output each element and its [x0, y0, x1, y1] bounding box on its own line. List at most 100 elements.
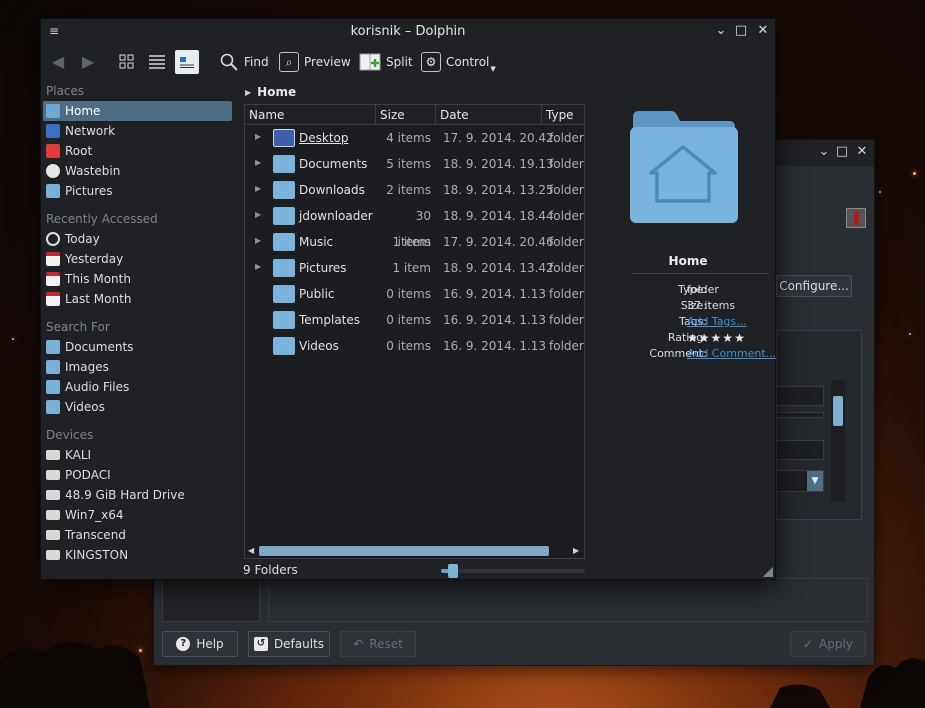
sidebar-item-videos[interactable]: Videos	[43, 397, 237, 417]
compact-view-button[interactable]	[145, 49, 169, 75]
star-icon[interactable]: ★	[699, 332, 710, 344]
sidebar-item-wastebin[interactable]: Wastebin	[43, 161, 237, 181]
file-row[interactable]: ▶ Music 1 item 17. 9. 2014. 20.46 folder	[245, 229, 584, 255]
column-header-size[interactable]: Size	[376, 105, 436, 125]
breadcrumb-home[interactable]: Home	[257, 85, 296, 99]
back-button[interactable]: ◀	[49, 49, 67, 75]
sidebar-item-hard-drive[interactable]: 48.9 GiB Hard Drive	[43, 485, 237, 505]
sidebar-item-audio-files[interactable]: Audio Files	[43, 377, 237, 397]
file-name[interactable]: Downloads	[299, 177, 365, 203]
file-name[interactable]: Desktop	[299, 125, 349, 151]
star-icon[interactable]: ★	[734, 332, 745, 344]
sidebar-item-pictures[interactable]: Pictures	[43, 181, 237, 201]
sidebar-item-network[interactable]: Network	[43, 121, 237, 141]
rating-stars[interactable]: ★ ★ ★ ★ ★	[687, 332, 745, 344]
settings-field[interactable]	[776, 440, 824, 460]
defaults-button[interactable]: ↺ Defaults	[248, 631, 330, 657]
maximize-icon[interactable]: □	[733, 23, 749, 39]
minimize-icon[interactable]: ⌄	[713, 23, 729, 39]
sidebar-item-last-month[interactable]: Last Month	[43, 289, 237, 309]
sidebar-item-home[interactable]: Home	[43, 101, 232, 121]
file-row[interactable]: Videos 0 items 16. 9. 2014. 1.13 folder	[245, 333, 584, 359]
add-tags-link[interactable]: Add Tags...	[687, 315, 747, 328]
star-icon[interactable]: ★	[722, 332, 733, 344]
file-date: 16. 9. 2014. 1.13	[443, 287, 547, 301]
sidebar-item-yesterday[interactable]: Yesterday	[43, 249, 237, 269]
settings-field[interactable]	[776, 412, 824, 418]
scroll-right-icon[interactable]: ▶	[573, 546, 579, 555]
forward-button[interactable]: ▶	[79, 49, 97, 75]
avatar-icon[interactable]	[846, 208, 866, 228]
expand-arrow-icon[interactable]: ▶	[255, 132, 261, 141]
chevron-down-icon[interactable]: ▼	[807, 471, 823, 491]
expand-arrow-icon[interactable]: ▶	[255, 210, 261, 219]
zoom-slider[interactable]	[441, 564, 585, 578]
file-name[interactable]: Public	[299, 281, 335, 307]
file-list[interactable]: Name Size Date Type ▶ Desktop 4 items 17. 9…	[244, 104, 585, 559]
resize-grip-icon[interactable]	[763, 567, 773, 577]
horizontal-scrollbar[interactable]: ◀ ▶	[245, 544, 584, 558]
file-name[interactable]: Music	[299, 229, 333, 255]
close-icon[interactable]: ✕	[854, 144, 870, 160]
close-icon[interactable]: ✕	[755, 23, 771, 39]
scrollbar-thumb[interactable]	[833, 396, 843, 426]
settings-field[interactable]	[776, 386, 824, 406]
file-name[interactable]: Videos	[299, 333, 339, 359]
expand-arrow-icon[interactable]: ▶	[255, 184, 261, 193]
star-icon[interactable]: ★	[687, 332, 698, 344]
reset-button[interactable]: ↶ Reset	[340, 631, 416, 657]
sidebar-item-win7[interactable]: Win7_x64	[43, 505, 237, 525]
configure-button[interactable]: Configure...	[776, 275, 852, 297]
apply-button[interactable]: ✓ Apply	[790, 631, 866, 657]
file-name[interactable]: jdownloader	[299, 203, 373, 229]
scroll-left-icon[interactable]: ◀	[248, 546, 254, 555]
help-icon: ?	[176, 637, 191, 651]
file-row[interactable]: ▶ Documents 5 items 18. 9. 2014. 19.13 folde…	[245, 151, 584, 177]
chevron-right-icon: ▶	[245, 87, 252, 97]
sidebar-item-today[interactable]: Today	[43, 229, 237, 249]
expand-arrow-icon[interactable]: ▶	[255, 236, 261, 245]
file-row[interactable]: ▶ Downloads 2 items 18. 9. 2014. 13.25 folde…	[245, 177, 584, 203]
sidebar-item-label: Audio Files	[65, 380, 130, 394]
zoom-slider-handle[interactable]	[448, 564, 458, 578]
help-button[interactable]: ? Help	[162, 631, 238, 657]
file-row[interactable]: Public 0 items 16. 9. 2014. 1.13 folder	[245, 281, 584, 307]
sidebar-item-podaci[interactable]: PODACI	[43, 465, 237, 485]
audio-icon	[46, 380, 60, 394]
file-row[interactable]: ▶ Desktop 4 items 17. 9. 2014. 20.42 folder	[245, 125, 584, 151]
details-view-button[interactable]	[175, 49, 199, 75]
file-row[interactable]: ▶ Pictures 1 item 18. 9. 2014. 13.42 folder	[245, 255, 584, 281]
minimize-icon[interactable]: ⌄	[816, 144, 832, 160]
icons-view-button[interactable]	[115, 49, 139, 75]
column-header-name[interactable]: Name	[245, 105, 376, 125]
folder-icon	[273, 207, 295, 225]
settings-scrollbar[interactable]	[831, 380, 845, 502]
star-icon[interactable]: ★	[711, 332, 722, 344]
sidebar-item-kali[interactable]: KALI	[43, 445, 237, 465]
maximize-icon[interactable]: □	[834, 144, 850, 160]
info-title: Home	[668, 254, 708, 268]
sidebar-item-documents[interactable]: Documents	[43, 337, 237, 357]
file-name[interactable]: Documents	[299, 151, 367, 177]
split-button[interactable]: Split	[359, 49, 413, 75]
file-row[interactable]: ▶ jdownloader 30 items 18. 9. 2014. 18.44 fo…	[245, 203, 584, 249]
file-name[interactable]: Pictures	[299, 255, 347, 281]
scrollbar-thumb[interactable]	[259, 546, 549, 556]
expand-arrow-icon[interactable]: ▶	[255, 262, 261, 271]
breadcrumb[interactable]: ▶ Home	[245, 83, 296, 101]
sidebar-item-root[interactable]: Root	[43, 141, 237, 161]
sidebar-item-kingston[interactable]: KINGSTON	[43, 545, 237, 565]
preview-button[interactable]: ⌕ Preview	[279, 49, 351, 75]
column-header-type[interactable]: Type	[542, 105, 586, 125]
sidebar-item-images[interactable]: Images	[43, 357, 237, 377]
sidebar-item-transcend[interactable]: Transcend	[43, 525, 237, 545]
file-name[interactable]: Templates	[299, 307, 360, 333]
sidebar-item-this-month[interactable]: This Month	[43, 269, 237, 289]
expand-arrow-icon[interactable]: ▶	[255, 158, 261, 167]
column-header-date[interactable]: Date	[436, 105, 542, 125]
control-button[interactable]: ⚙ Control ▼	[421, 49, 496, 75]
add-comment-link[interactable]: Add Comment...	[687, 347, 776, 360]
window-titlebar[interactable]: ≡ korisnik – Dolphin ⌄ □ ✕	[41, 19, 775, 45]
file-row[interactable]: Templates 0 items 16. 9. 2014. 1.13 folder	[245, 307, 584, 333]
find-button[interactable]: Find	[219, 49, 269, 75]
